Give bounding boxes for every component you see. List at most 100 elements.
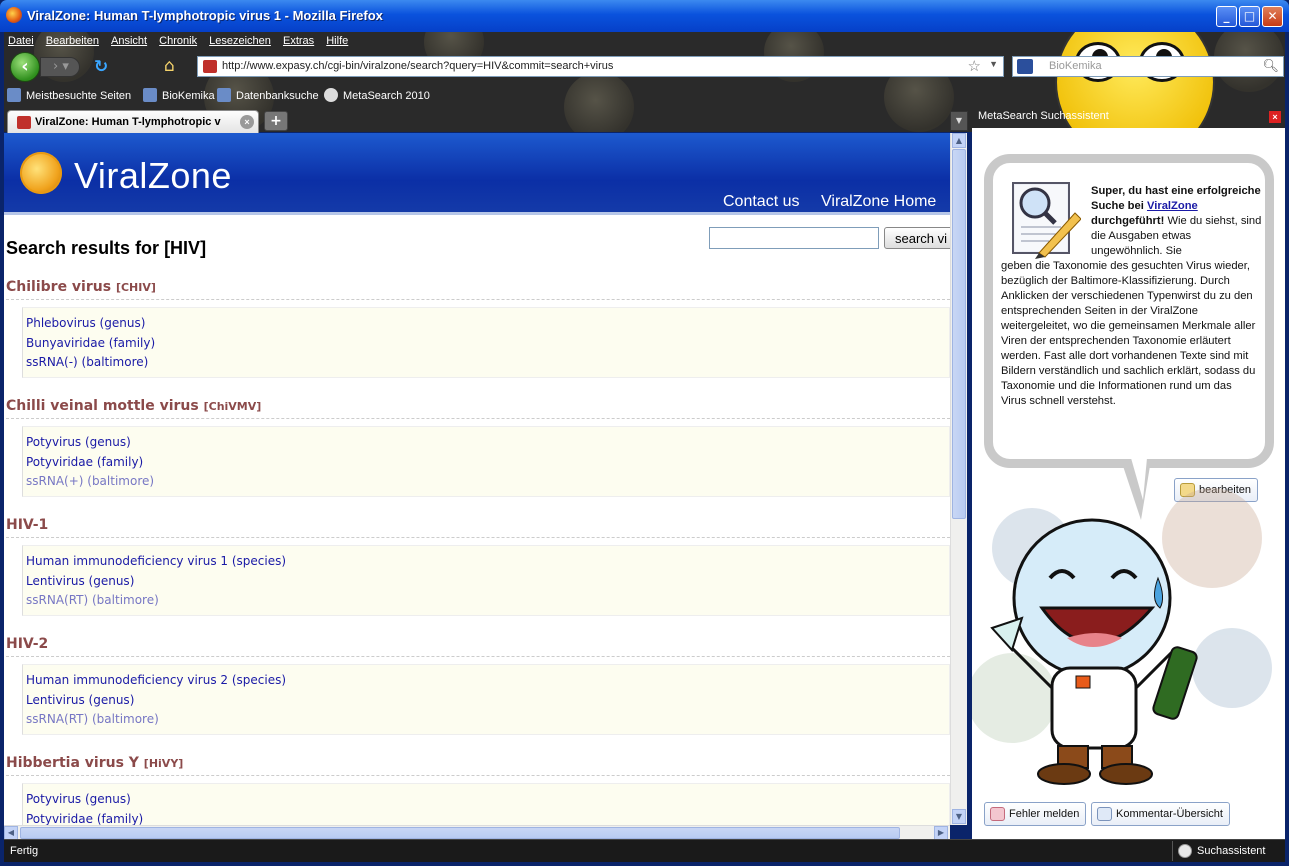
firefox-icon xyxy=(6,7,22,23)
scroll-left-icon[interactable]: ◀ xyxy=(4,826,18,840)
search-placeholder: BioKemika xyxy=(1049,60,1102,72)
tab-viralzone[interactable]: ViralZone: Human T-lymphotropic v × xyxy=(7,110,259,133)
tab-label: ViralZone: Human T-lymphotropic v xyxy=(35,116,221,128)
taxonomy-box: Human immunodeficiency virus 1 (species)… xyxy=(22,545,950,616)
assistant-message: Super, du hast eine erfolgreiche Suche b… xyxy=(993,184,1263,409)
metasearch-sidebar: Super, du hast eine erfolgreiche Suche b… xyxy=(972,128,1285,839)
contact-link[interactable]: Contact us xyxy=(723,193,799,211)
taxonomy-link[interactable]: Potyviridae (family) xyxy=(23,812,143,826)
result-name[interactable]: HIV-1 xyxy=(6,517,48,533)
bookmark-datenbanksuche[interactable]: Datenbanksuche xyxy=(217,88,319,102)
hscroll-thumb[interactable] xyxy=(20,827,900,839)
taxonomy-box: Potyvirus (genus) Potyviridae (family) ssR… xyxy=(22,426,950,497)
assistant-body: geben die Taxonomie des gesuchten Virus … xyxy=(1001,260,1256,407)
scroll-down-icon[interactable]: ▼ xyxy=(952,809,966,824)
sidebar-title: MetaSearch Suchassistent xyxy=(978,110,1109,122)
taxonomy-box: Phlebovirus (genus) Bunyaviridae (family)… xyxy=(22,307,950,378)
site-favicon-icon xyxy=(203,60,217,73)
maximize-button[interactable]: □ xyxy=(1239,6,1260,27)
speech-bubble: Super, du hast eine erfolgreiche Suche b… xyxy=(984,154,1274,520)
speech-bubble-icon xyxy=(1097,807,1112,821)
result-name[interactable]: Chilli veinal mottle virus [ChiVMV] xyxy=(6,398,261,414)
sidebar-header: MetaSearch Suchassistent × xyxy=(972,108,1285,128)
page-title: Search results for [HIV] xyxy=(6,238,207,258)
taxonomy-link[interactable]: Bunyaviridae (family) xyxy=(23,336,155,356)
viralzone-header: ViralZone Contact us ViralZone Home xyxy=(4,133,950,215)
bookmark-meistbesuchte[interactable]: Meistbesuchte Seiten xyxy=(7,88,131,102)
page-content: ViralZone Contact us ViralZone Home sear… xyxy=(4,133,950,825)
scroll-right-icon[interactable]: ▶ xyxy=(934,826,948,840)
bookmark-metasearch[interactable]: MetaSearch 2010 xyxy=(324,88,430,102)
laughing-scientist-mascot xyxy=(972,488,1272,785)
menu-lesezeichen[interactable]: Lesezeichen xyxy=(209,35,271,47)
viralzone-logo-icon xyxy=(20,152,62,194)
horizontal-scrollbar[interactable]: ◀ ▶ xyxy=(4,825,950,840)
taxonomy-link[interactable]: Potyvirus (genus) xyxy=(23,435,154,455)
menu-extras[interactable]: Extras xyxy=(283,35,314,47)
scroll-up-icon[interactable]: ▲ xyxy=(952,133,966,148)
home-link[interactable]: ViralZone Home xyxy=(821,193,936,211)
taxonomy-box: Human immunodeficiency virus 2 (species)… xyxy=(22,664,950,735)
menu-chronik[interactable]: Chronik xyxy=(159,35,197,47)
assistant-lead-2: durchgeführt! xyxy=(1091,215,1165,227)
biokemika-icon xyxy=(143,88,157,102)
window-title: ViralZone: Human T-lymphotropic virus 1 … xyxy=(27,8,383,23)
bookmark-star-icon[interactable]: ☆ xyxy=(968,57,981,75)
taxonomy-link[interactable]: ssRNA(-) (baltimore) xyxy=(23,355,155,375)
taxonomy-link[interactable]: Potyviridae (family) xyxy=(23,455,154,475)
result-abbreviation: [ChiVMV] xyxy=(203,400,262,413)
database-icon xyxy=(217,88,231,102)
vertical-scrollbar[interactable]: ▲ ▼ xyxy=(950,133,967,825)
smiley-icon xyxy=(324,88,338,102)
result-name[interactable]: HIV-2 xyxy=(6,636,48,652)
home-icon[interactable]: ⌂ xyxy=(164,56,175,76)
taxonomy-link[interactable]: Human immunodeficiency virus 2 (species) xyxy=(23,673,286,693)
menu-ansicht[interactable]: Ansicht xyxy=(111,35,147,47)
assistant-smiley-icon xyxy=(1178,844,1192,858)
result-abbreviation: [CHIV] xyxy=(115,281,156,294)
back-arrow-icon[interactable]: ‹ xyxy=(10,52,40,82)
comments-overview-button[interactable]: Kommentar-Übersicht xyxy=(1091,802,1230,826)
result-name[interactable]: Chilibre virus [CHIV] xyxy=(6,279,156,295)
url-bar[interactable]: http://www.expasy.ch/cgi-bin/viralzone/s… xyxy=(197,56,1004,77)
navigation-toolbar: ‹ › ▾ ↻ ⌂ http://www.expasy.ch/cgi-bin/v… xyxy=(4,50,1285,83)
bookmark-biokemika[interactable]: BioKemika xyxy=(143,88,215,102)
taxonomy-link[interactable]: Potyvirus (genus) xyxy=(23,792,143,812)
result-name[interactable]: Hibbertia virus Y [HiVY] xyxy=(6,755,183,771)
result-item: HIV-1 Human immunodeficiency virus 1 (spe… xyxy=(4,513,950,632)
taxonomy-link[interactable]: Phlebovirus (genus) xyxy=(23,316,155,336)
search-virus-button[interactable]: search vi xyxy=(884,227,950,249)
url-dropdown-icon[interactable]: ▼ xyxy=(989,59,998,69)
new-tab-button[interactable]: + xyxy=(264,111,288,131)
taxonomy-link[interactable]: ssRNA(RT) (baltimore) xyxy=(23,593,286,613)
reload-icon[interactable]: ↻ xyxy=(94,57,108,77)
list-all-tabs-icon[interactable]: ▼ xyxy=(950,111,968,131)
tab-bar: ViralZone: Human T-lymphotropic v × + ▼ xyxy=(4,108,970,133)
search-icon[interactable]: 🔍︎ xyxy=(1262,58,1279,74)
tab-favicon-icon xyxy=(17,116,31,129)
search-bar[interactable]: BioKemika 🔍︎ xyxy=(1012,56,1284,77)
menu-hilfe[interactable]: Hilfe xyxy=(326,35,348,47)
report-error-button[interactable]: Fehler melden xyxy=(984,802,1087,826)
taxonomy-link[interactable]: Human immunodeficiency virus 1 (species) xyxy=(23,554,286,574)
taxonomy-link[interactable]: ssRNA(RT) (baltimore) xyxy=(23,712,286,732)
taxonomy-link[interactable]: Lentivirus (genus) xyxy=(23,693,286,713)
menu-datei[interactable]: Datei xyxy=(8,35,34,47)
results-list: Chilibre virus [CHIV] Phlebovirus (genus)… xyxy=(4,275,950,825)
close-button[interactable]: ✕ xyxy=(1262,6,1283,27)
minimize-button[interactable]: _ xyxy=(1216,6,1237,27)
scroll-thumb[interactable] xyxy=(952,149,966,519)
viralzone-link[interactable]: ViralZone xyxy=(1147,200,1198,212)
forward-arrow-icon[interactable]: › ▾ xyxy=(40,57,80,77)
virus-search-input[interactable] xyxy=(709,227,879,249)
tab-close-icon[interactable]: × xyxy=(240,115,254,129)
search-engine-icon[interactable] xyxy=(1017,59,1033,74)
sidebar-close-icon[interactable]: × xyxy=(1269,111,1281,123)
folder-icon xyxy=(7,88,21,102)
status-text: Fertig xyxy=(10,845,39,857)
taxonomy-link[interactable]: ssRNA(+) (baltimore) xyxy=(23,474,154,494)
search-assistant-status[interactable]: Suchassistent xyxy=(1172,841,1265,861)
menu-bearbeiten[interactable]: Bearbeiten xyxy=(46,35,99,47)
taxonomy-link[interactable]: Lentivirus (genus) xyxy=(23,574,286,594)
result-item: Chilibre virus [CHIV] Phlebovirus (genus)… xyxy=(4,275,950,394)
